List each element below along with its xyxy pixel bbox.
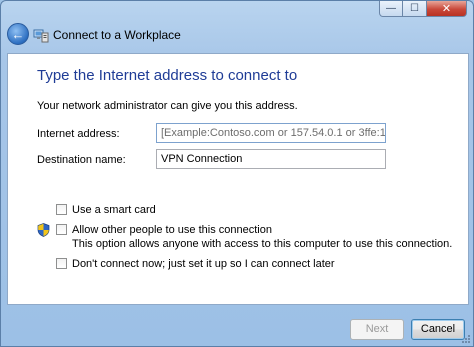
- next-button[interactable]: Next: [350, 319, 404, 340]
- smart-card-checkbox[interactable]: [56, 204, 67, 215]
- allow-others-checkbox[interactable]: [56, 224, 67, 235]
- smart-card-label[interactable]: Use a smart card: [72, 203, 156, 217]
- destination-name-label: Destination name:: [37, 154, 126, 166]
- maximize-button[interactable]: ☐: [403, 1, 427, 17]
- internet-address-label: Internet address:: [37, 128, 120, 140]
- close-button[interactable]: ✕: [427, 1, 467, 17]
- minimize-button[interactable]: —: [379, 1, 403, 17]
- dont-connect-checkbox[interactable]: [56, 258, 67, 269]
- cancel-button[interactable]: Cancel: [411, 319, 465, 340]
- allow-others-description: This option allows anyone with access to…: [72, 238, 453, 250]
- uac-shield-icon: [37, 223, 50, 237]
- internet-address-input[interactable]: [Example:Contoso.com or 157.54.0.1 or 3f…: [156, 123, 386, 143]
- content-panel: Type the Internet address to connect to …: [7, 53, 469, 305]
- window-controls: — ☐ ✕: [379, 1, 467, 17]
- instruction-text: Your network administrator can give you …: [37, 100, 298, 112]
- dont-connect-option[interactable]: Don't connect now; just set it up so I c…: [56, 257, 335, 271]
- allow-others-option[interactable]: Allow other people to use this connectio…: [56, 223, 452, 251]
- dont-connect-label[interactable]: Don't connect now; just set it up so I c…: [72, 257, 335, 271]
- back-button[interactable]: ←: [7, 23, 29, 45]
- page-heading: Type the Internet address to connect to: [37, 67, 298, 84]
- network-icon: [33, 29, 49, 43]
- destination-name-input[interactable]: VPN Connection: [156, 149, 386, 169]
- allow-others-label[interactable]: Allow other people to use this connectio…: [72, 223, 452, 237]
- smart-card-option[interactable]: Use a smart card: [56, 203, 156, 217]
- resize-grip-icon[interactable]: [461, 334, 471, 344]
- dialog-window: — ☐ ✕ ← Connect to a Workplace Type the …: [0, 0, 474, 347]
- back-arrow-icon: ←: [11, 26, 25, 42]
- window-title: Connect to a Workplace: [53, 28, 181, 42]
